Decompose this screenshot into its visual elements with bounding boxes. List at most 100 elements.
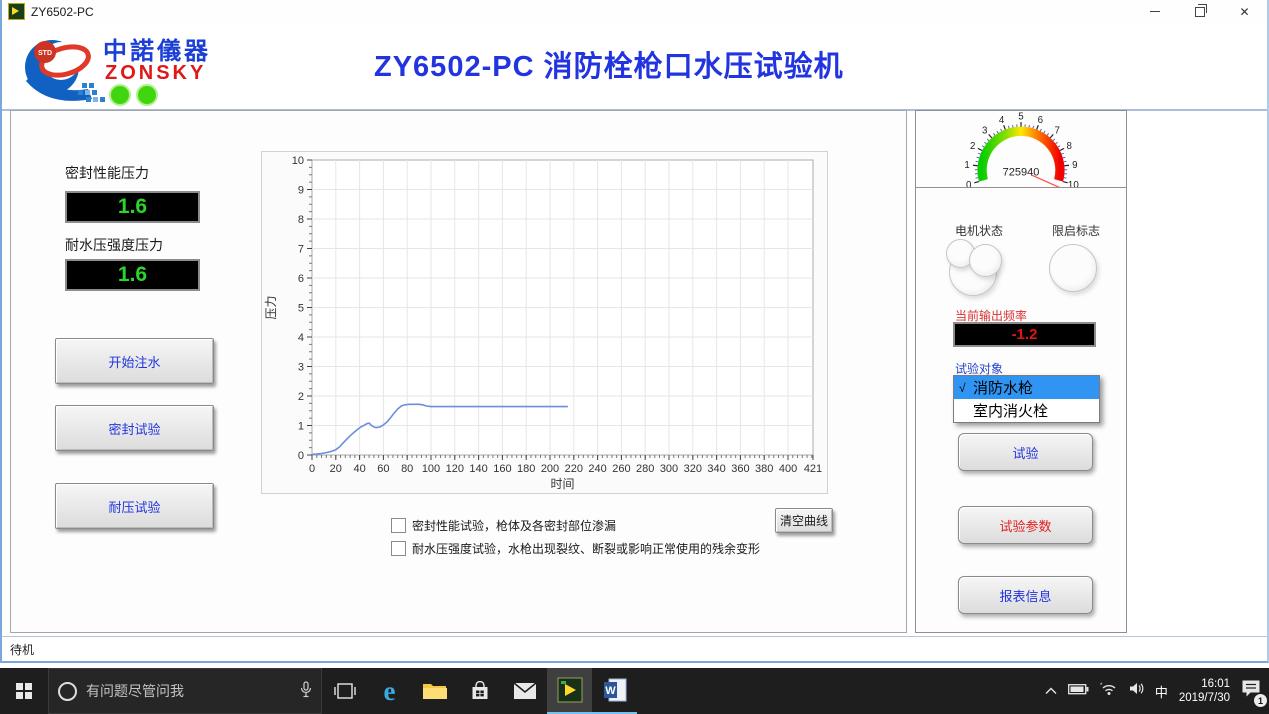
taskbar-search[interactable]: 有问题尽管问我: [48, 668, 322, 714]
svg-text:140: 140: [469, 463, 487, 475]
svg-text:0: 0: [966, 180, 972, 188]
app-icon: [8, 3, 25, 20]
svg-text:4: 4: [999, 115, 1005, 126]
limit-flag-indicator: [1049, 244, 1097, 292]
restore-button[interactable]: [1177, 0, 1222, 23]
svg-text:725940: 725940: [1003, 166, 1040, 178]
task-view-button[interactable]: [322, 668, 367, 714]
ime-indicator[interactable]: 中: [1155, 682, 1168, 701]
svg-text:200: 200: [541, 463, 559, 475]
status-bar: 待机: [2, 636, 1267, 661]
svg-text:1: 1: [298, 421, 304, 433]
svg-text:1: 1: [964, 160, 969, 171]
titlebar: ZY6502-PC ✕: [2, 0, 1267, 23]
microphone-icon[interactable]: [300, 681, 312, 701]
svg-text:421: 421: [804, 463, 822, 475]
windows-logo-icon: [16, 683, 32, 699]
seal-result-label: 密封性能试验，枪体及各密封部位渗漏: [412, 517, 616, 534]
svg-text:160: 160: [493, 463, 511, 475]
page-title: ZY6502-PC 消防栓枪口水压试验机: [374, 43, 844, 85]
svg-text:7: 7: [1055, 125, 1060, 136]
seal-result-checkbox[interactable]: [391, 518, 406, 533]
svg-text:120: 120: [446, 463, 464, 475]
speaker-icon[interactable]: [1129, 682, 1144, 700]
svg-text:220: 220: [565, 463, 583, 475]
minimize-button[interactable]: [1132, 0, 1177, 23]
svg-text:0: 0: [309, 463, 315, 475]
action-center-button[interactable]: 1: [1241, 679, 1261, 703]
svg-text:260: 260: [612, 463, 630, 475]
logo-brand-cn: 中諾儀器: [103, 37, 211, 65]
zonsky-logo: STD 中諾儀器 ZONSKY: [8, 27, 248, 113]
gauge-canvas: 012345678910725940: [938, 111, 1104, 188]
tray-time: 16:01: [1201, 678, 1230, 690]
svg-text:0: 0: [298, 450, 304, 462]
limit-flag-label: 限启标志: [1052, 222, 1100, 239]
test-object-dropdown: √ 消防水枪 室内消火栓: [953, 375, 1100, 423]
mail-icon[interactable]: [502, 668, 547, 714]
close-button[interactable]: ✕: [1222, 0, 1267, 23]
svg-text:360: 360: [731, 463, 749, 475]
svg-text:320: 320: [684, 463, 702, 475]
seal-test-button[interactable]: 密封试验: [55, 405, 214, 451]
battery-icon[interactable]: [1068, 682, 1089, 700]
svg-text:2: 2: [970, 141, 975, 152]
chart-canvas: 0204060801001201401601802002202402602803…: [262, 152, 827, 493]
edge-icon[interactable]: e: [367, 668, 412, 714]
svg-text:280: 280: [636, 463, 654, 475]
svg-text:300: 300: [660, 463, 678, 475]
cortana-icon: [58, 682, 77, 701]
svg-text:340: 340: [707, 463, 725, 475]
svg-text:40: 40: [353, 463, 365, 475]
start-button[interactable]: [0, 668, 48, 714]
tray-clock[interactable]: 16:01 2019/7/30: [1179, 677, 1230, 706]
search-placeholder: 有问题尽管问我: [86, 681, 184, 701]
test-button[interactable]: 试验: [958, 433, 1093, 471]
start-filling-button[interactable]: 开始注水: [55, 338, 214, 384]
tray-date: 2019/7/30: [1179, 692, 1230, 704]
svg-text:9: 9: [1072, 160, 1077, 171]
wifi-icon[interactable]: *: [1100, 682, 1118, 701]
taskbar-app-word[interactable]: W: [592, 668, 637, 714]
svg-text:8: 8: [1067, 141, 1072, 152]
file-explorer-icon[interactable]: [412, 668, 457, 714]
svg-text:5: 5: [1018, 112, 1023, 123]
svg-text:380: 380: [755, 463, 773, 475]
svg-text:7: 7: [298, 244, 304, 256]
svg-text:10: 10: [292, 155, 304, 167]
output-frequency-display: -1.2: [953, 322, 1096, 347]
svg-text:时间: 时间: [550, 477, 574, 491]
taskbar-app-labview[interactable]: [547, 668, 592, 714]
svg-text:240: 240: [588, 463, 606, 475]
pressure-test-button[interactable]: 耐压试验: [55, 483, 214, 529]
svg-text:5: 5: [298, 303, 304, 315]
svg-text:6: 6: [1038, 115, 1043, 126]
strength-result-label: 耐水压强度试验，水枪出现裂纹、断裂或影响正常使用的残余变形: [412, 540, 760, 557]
svg-text:100: 100: [422, 463, 440, 475]
test-params-button[interactable]: 试验参数: [958, 506, 1093, 544]
main-panel: 密封性能压力 1.6 耐水压强度压力 1.6 开始注水 密封试验 耐压试验 02…: [10, 110, 907, 633]
status-text: 待机: [10, 643, 34, 657]
report-info-button[interactable]: 报表信息: [958, 576, 1093, 614]
seal-result-checkbox-row: 密封性能试验，枪体及各密封部位渗漏: [391, 517, 616, 534]
tray-chevron-icon[interactable]: [1045, 682, 1057, 700]
logo-badge: STD: [38, 50, 52, 57]
seal-pressure-value: 1.6: [118, 195, 147, 219]
logo-brand-en: ZONSKY: [105, 62, 206, 84]
window-controls: ✕: [1132, 0, 1267, 23]
strength-pressure-display: 1.6: [65, 259, 200, 291]
seal-pressure-display: 1.6: [65, 191, 200, 223]
svg-text:3: 3: [298, 362, 304, 374]
taskbar: 有问题尽管问我 e W * 中: [0, 668, 1269, 714]
svg-text:压力: 压力: [264, 295, 278, 319]
gauge: 012345678910725940: [916, 111, 1126, 188]
dropdown-option-fire-nozzle[interactable]: √ 消防水枪: [954, 376, 1099, 399]
svg-text:180: 180: [517, 463, 535, 475]
logo-led-1: [110, 85, 130, 105]
svg-text:9: 9: [298, 185, 304, 197]
clear-curve-button[interactable]: 清空曲线: [775, 508, 833, 533]
store-icon[interactable]: [457, 668, 502, 714]
notification-badge: 1: [1254, 694, 1267, 707]
dropdown-option-indoor-hydrant[interactable]: 室内消火栓: [954, 399, 1099, 422]
strength-result-checkbox[interactable]: [391, 541, 406, 556]
